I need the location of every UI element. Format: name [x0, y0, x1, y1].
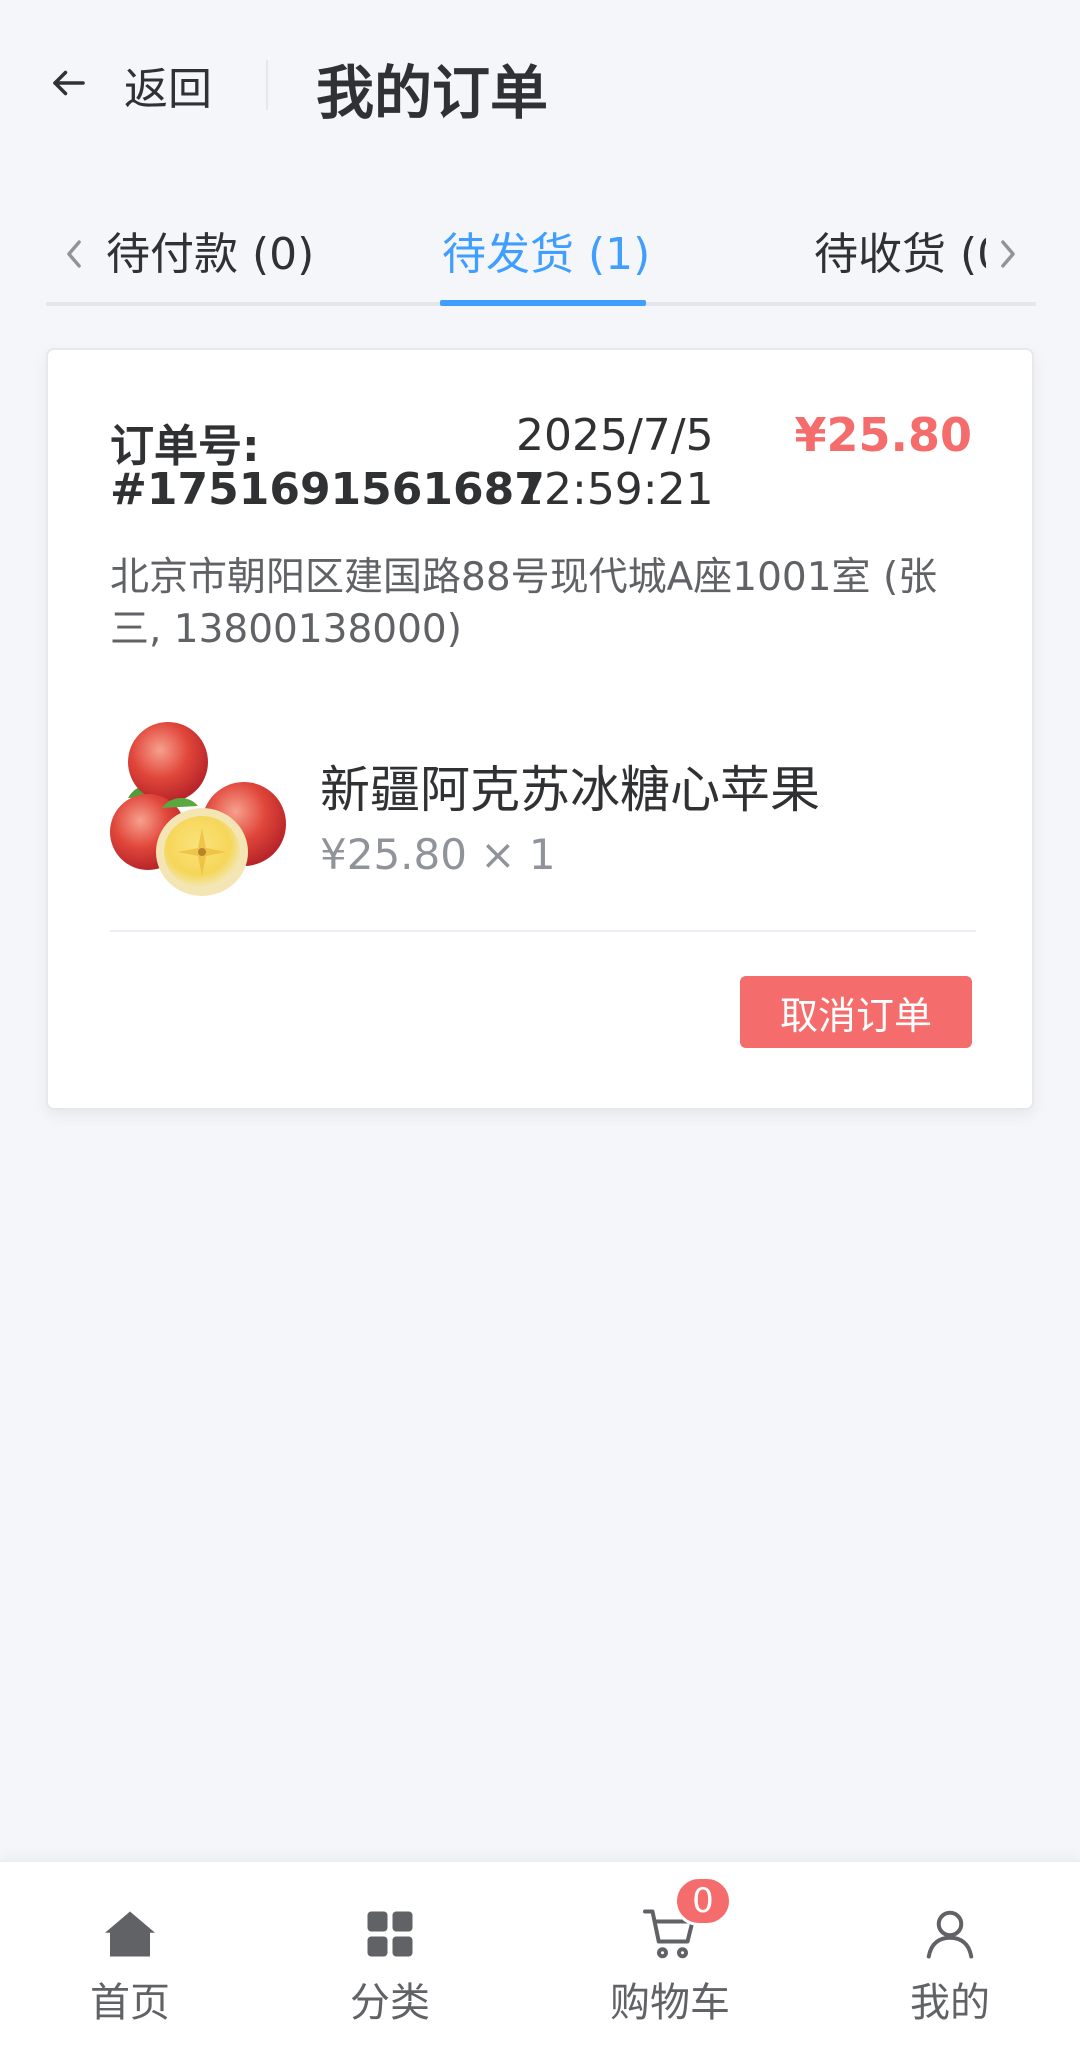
order-item[interactable]: 新疆阿克苏冰糖心苹果 ¥25.80 × 1 [110, 720, 976, 900]
user-icon [920, 1904, 980, 1964]
nav-home-label: 首页 [90, 1980, 170, 2026]
nav-cart-label: 购物车 [610, 1980, 730, 2026]
back-label: 返回 [124, 64, 212, 115]
nav-cart[interactable]: 0 购物车 [570, 1862, 770, 2054]
header: 返回 我的订单 [0, 0, 1080, 170]
cart-count-badge: 0 [674, 1876, 732, 1926]
page-title: 我的订单 [316, 59, 549, 127]
order-time: 12:59:21 [516, 464, 714, 515]
chevron-right-icon [997, 237, 1019, 275]
nav-home[interactable]: 首页 [30, 1862, 230, 2054]
arrow-left-icon [48, 62, 90, 108]
bottom-nav: 首页 分类 0 购物车 我的 [0, 1860, 1080, 2054]
apple-image [110, 720, 290, 900]
tab-pending-payment[interactable]: 待付款 (0) [106, 218, 314, 306]
tabs-scroll-right[interactable] [990, 236, 1026, 276]
tab-pending-shipment[interactable]: 待发货 (1) [442, 218, 650, 306]
tabs-scroll-area: 待付款 (0) 待发货 (1) 待收货 (0) [106, 200, 986, 306]
home-icon [100, 1904, 160, 1964]
order-status-tabs: 待付款 (0) 待发货 (1) 待收货 (0) [46, 200, 1036, 306]
cancel-order-button[interactable]: 取消订单 [740, 976, 972, 1048]
nav-category-label: 分类 [350, 1980, 430, 2026]
order-total: ¥25.80 [794, 408, 972, 462]
header-divider [266, 60, 268, 110]
orders-page: 返回 我的订单 待付款 (0) 待发货 (1) 待收货 (0) [0, 0, 1080, 2054]
tab-pending-receipt[interactable]: 待收货 (0) [814, 218, 986, 306]
product-name: 新疆阿克苏冰糖心苹果 [320, 761, 820, 819]
nav-profile[interactable]: 我的 [850, 1862, 1050, 2054]
order-date: 2025/7/5 [516, 410, 714, 461]
product-price-quantity: ¥25.80 × 1 [320, 830, 556, 879]
nav-category[interactable]: 分类 [290, 1862, 490, 2054]
nav-profile-label: 我的 [910, 1980, 990, 2026]
order-card: 订单号: #1751691561687 2025/7/5 12:59:21 ¥2… [46, 348, 1034, 1110]
order-number: #1751691561687 [110, 464, 545, 515]
active-tab-indicator [440, 300, 646, 306]
chevron-left-icon [63, 237, 85, 275]
shipping-address: 北京市朝阳区建国路88号现代城A座1001室 (张三, 13800138000) [110, 555, 938, 652]
card-divider [110, 930, 976, 932]
tabs-scroll-left[interactable] [56, 236, 92, 276]
back-button[interactable]: 返回 [48, 50, 212, 120]
grid-icon [360, 1904, 420, 1964]
